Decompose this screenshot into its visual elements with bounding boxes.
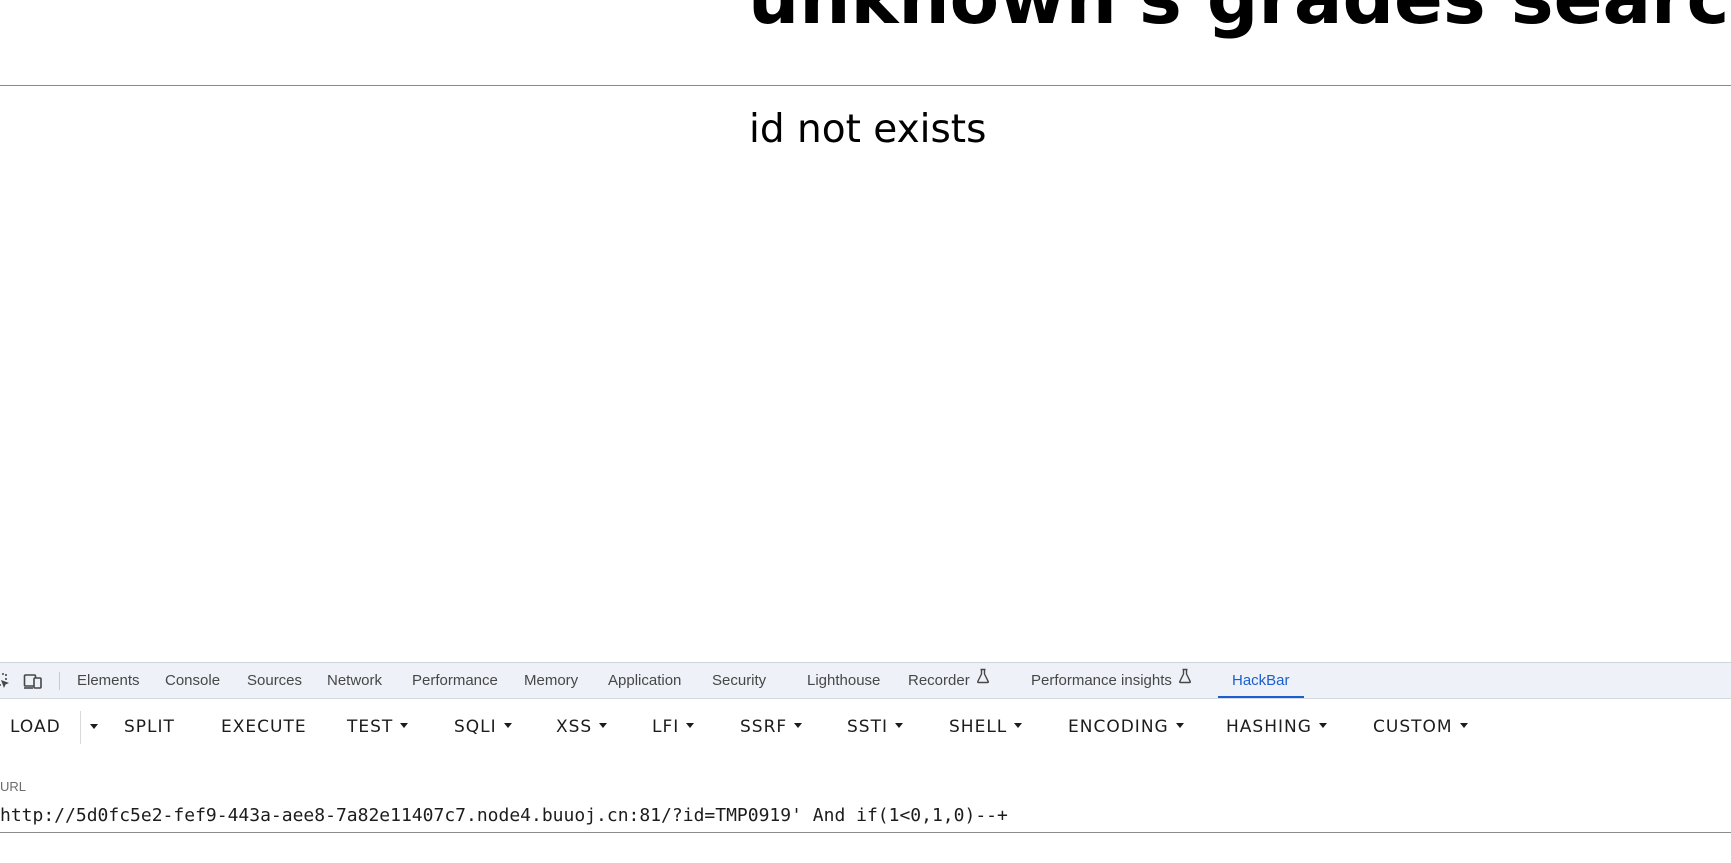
ssrf-menu-label: SSRF — [740, 717, 788, 737]
tab-application[interactable]: Application — [608, 663, 681, 698]
tab-hackbar[interactable]: HackBar — [1218, 663, 1303, 698]
xss-menu-button[interactable]: XSS — [556, 699, 608, 755]
tab-lighthouse[interactable]: Lighthouse — [807, 663, 880, 698]
devtools-tabbar: Elements Console Sources Network Perform… — [0, 663, 1731, 699]
execute-button[interactable]: EXECUTE — [221, 699, 307, 755]
result-message: id not exists — [749, 107, 987, 152]
chevron-down-icon — [1318, 723, 1327, 728]
tab-performance-insights-label: Performance insights — [1031, 672, 1172, 689]
load-button-label: LOAD — [10, 717, 61, 737]
tab-performance-insights[interactable]: Performance insights — [1031, 663, 1192, 698]
ssrf-menu-button[interactable]: SSRF — [740, 699, 803, 755]
test-menu-button[interactable]: TEST — [347, 699, 409, 755]
chevron-down-icon — [686, 723, 695, 728]
xss-menu-label: XSS — [556, 717, 593, 737]
chevron-down-icon — [503, 723, 512, 728]
shell-menu-button[interactable]: SHELL — [949, 699, 1023, 755]
hackbar-toolbar: LOAD SPLIT EXECUTE TEST SQLI XSS LFI SSR… — [0, 699, 1731, 755]
chevron-down-icon — [599, 723, 608, 728]
load-button[interactable]: LOAD — [10, 699, 61, 755]
load-options-dropdown[interactable] — [88, 699, 100, 755]
load-split-divider — [80, 711, 81, 744]
encoding-menu-button[interactable]: ENCODING — [1068, 699, 1184, 755]
tab-console[interactable]: Console — [165, 663, 220, 698]
tab-recorder[interactable]: Recorder — [908, 663, 990, 698]
chevron-down-icon — [894, 723, 903, 728]
tab-sources[interactable]: Sources — [247, 663, 302, 698]
lfi-menu-label: LFI — [652, 717, 680, 737]
tab-recorder-label: Recorder — [908, 672, 970, 689]
sqli-menu-button[interactable]: SQLI — [454, 699, 512, 755]
inspect-element-icon[interactable] — [0, 671, 12, 691]
tab-memory[interactable]: Memory — [524, 663, 578, 698]
hashing-menu-label: HASHING — [1226, 717, 1312, 737]
chevron-down-icon — [90, 724, 98, 729]
tab-performance[interactable]: Performance — [412, 663, 498, 698]
lfi-menu-button[interactable]: LFI — [652, 699, 695, 755]
split-button-label: SPLIT — [124, 717, 175, 737]
ssti-menu-label: SSTI — [847, 717, 888, 737]
chevron-down-icon — [400, 723, 409, 728]
horizontal-rule — [0, 85, 1731, 86]
page-heading: unknown's grades searching — [748, 0, 1731, 34]
ssti-menu-button[interactable]: SSTI — [847, 699, 903, 755]
custom-menu-button[interactable]: CUSTOM — [1373, 699, 1468, 755]
url-field-label: URL — [0, 779, 27, 794]
encoding-menu-label: ENCODING — [1068, 717, 1169, 737]
toolbar-separator — [59, 672, 60, 690]
split-button[interactable]: SPLIT — [124, 699, 175, 755]
tab-security[interactable]: Security — [712, 663, 766, 698]
flask-icon — [1178, 662, 1192, 697]
test-menu-label: TEST — [347, 717, 394, 737]
tab-elements[interactable]: Elements — [77, 663, 140, 698]
shell-menu-label: SHELL — [949, 717, 1008, 737]
chevron-down-icon — [794, 723, 803, 728]
url-input[interactable]: http://5d0fc5e2-fef9-443a-aee8-7a82e1140… — [0, 799, 1731, 833]
tab-network[interactable]: Network — [327, 663, 382, 698]
page-viewport: unknown's grades searching id not exists — [0, 0, 1731, 662]
devtools-panel: Elements Console Sources Network Perform… — [0, 662, 1731, 863]
sqli-menu-label: SQLI — [454, 717, 497, 737]
hashing-menu-button[interactable]: HASHING — [1226, 699, 1327, 755]
browser-window: unknown's grades searching id not exists… — [0, 0, 1731, 863]
chevron-down-icon — [1014, 723, 1023, 728]
chevron-down-icon — [1459, 723, 1468, 728]
flask-icon — [976, 662, 990, 697]
chevron-down-icon — [1175, 723, 1184, 728]
device-toolbar-icon[interactable] — [23, 671, 43, 691]
execute-button-label: EXECUTE — [221, 717, 307, 737]
custom-menu-label: CUSTOM — [1373, 717, 1453, 737]
